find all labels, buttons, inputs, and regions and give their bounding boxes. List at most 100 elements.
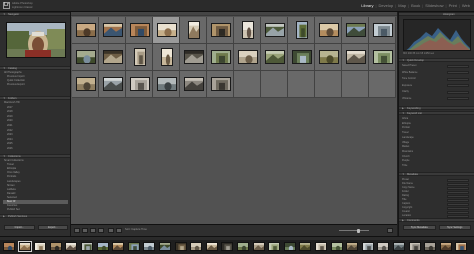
compare-view-icon[interactable] xyxy=(90,228,96,233)
filmstrip-thumbnail[interactable] xyxy=(393,242,405,251)
keyword-row[interactable]: Market xyxy=(402,145,471,149)
collection-item[interactable]: Smart Collections xyxy=(3,159,68,163)
grid-cell[interactable] xyxy=(342,17,369,44)
catalog-header[interactable]: ▼ Catalog xyxy=(0,66,70,70)
navigator-preview[interactable] xyxy=(6,22,66,58)
collection-item[interactable]: Ethiopia xyxy=(3,167,68,171)
photo-thumbnail[interactable] xyxy=(102,22,123,37)
photo-thumbnail[interactable] xyxy=(345,49,366,64)
filmstrip-thumbnail[interactable] xyxy=(96,242,109,251)
photo-thumbnail[interactable] xyxy=(75,22,96,37)
sync-settings-button[interactable]: Sync Settings xyxy=(438,225,471,230)
photo-thumbnail[interactable] xyxy=(318,22,339,37)
painter-icon[interactable] xyxy=(108,228,114,233)
sync-metadata-button[interactable]: Sync Metadata xyxy=(403,225,436,230)
metadata-header[interactable]: ▼ Metadata xyxy=(399,172,474,176)
filmstrip-thumbnail[interactable] xyxy=(346,242,359,251)
keyword-row[interactable]: Village xyxy=(402,141,471,145)
quick-develop-row-control[interactable] xyxy=(447,90,469,94)
survey-view-icon[interactable] xyxy=(98,228,104,233)
photo-thumbnail[interactable] xyxy=(102,76,123,91)
keyword-list-header[interactable]: ▼ Keyword List xyxy=(399,111,474,115)
module-book[interactable]: Book xyxy=(411,3,420,8)
filmstrip-thumbnail[interactable] xyxy=(268,242,281,251)
folder-item[interactable]: Macintosh HD xyxy=(3,101,68,105)
collection-item[interactable]: Simien xyxy=(3,184,68,188)
catalog-item[interactable]: Previous Export xyxy=(3,83,68,87)
photo-thumbnail[interactable] xyxy=(241,20,254,39)
grid-cell[interactable] xyxy=(72,17,99,44)
folder-item[interactable]: 2022 xyxy=(3,129,68,133)
filmstrip-thumbnail[interactable] xyxy=(49,242,62,251)
slider-knob[interactable] xyxy=(357,228,360,233)
grid-cell[interactable] xyxy=(207,71,234,98)
grid-cell[interactable] xyxy=(153,17,180,44)
collection-item[interactable]: Landscapes xyxy=(3,180,68,184)
filmstrip-thumbnail[interactable] xyxy=(17,241,32,252)
grid-cell[interactable] xyxy=(315,17,342,44)
photo-thumbnail[interactable] xyxy=(295,20,308,39)
photo-thumbnail[interactable] xyxy=(210,76,231,91)
grid-cell[interactable] xyxy=(99,44,126,71)
keyword-row[interactable]: Landscape xyxy=(402,136,471,140)
keywording-header[interactable]: ▶ Keywording xyxy=(399,106,474,110)
keyword-row[interactable]: People xyxy=(402,159,471,163)
grid-cell[interactable] xyxy=(288,44,315,71)
filmstrip-thumbnail[interactable] xyxy=(361,242,374,251)
module-web[interactable]: Web xyxy=(462,3,470,8)
filmstrip-thumbnail[interactable] xyxy=(81,242,93,251)
grid-cell[interactable] xyxy=(261,71,288,98)
filmstrip-thumbnail[interactable] xyxy=(3,242,15,251)
module-map[interactable]: Map xyxy=(398,3,406,8)
photo-thumbnail[interactable] xyxy=(160,47,173,66)
folder-item[interactable]: 2018 xyxy=(3,110,68,114)
module-develop[interactable]: Develop xyxy=(379,3,394,8)
grid-cell[interactable] xyxy=(261,17,288,44)
grid-cell[interactable] xyxy=(261,44,288,71)
photo-thumbnail[interactable] xyxy=(156,22,177,37)
collection-item[interactable]: Portraits xyxy=(3,175,68,179)
keyword-row[interactable]: Tribe xyxy=(402,164,471,168)
folder-item[interactable]: 2026 xyxy=(3,147,68,151)
keyword-row[interactable]: Travel xyxy=(402,131,471,135)
photo-thumbnail[interactable] xyxy=(187,20,200,39)
folder-item[interactable]: 2019 xyxy=(3,115,68,119)
collection-item[interactable]: Danakil xyxy=(3,192,68,196)
grid-cell[interactable] xyxy=(99,17,126,44)
grid-cell[interactable] xyxy=(126,17,153,44)
quick-develop-row-control[interactable] xyxy=(447,97,469,100)
collections-header[interactable]: ▼ Collections xyxy=(0,154,70,158)
grid-cell[interactable] xyxy=(369,44,396,71)
import-button[interactable]: Import... xyxy=(4,225,35,230)
photo-thumbnail[interactable] xyxy=(75,76,96,91)
thumbnail-size-slider[interactable] xyxy=(339,228,369,233)
photo-thumbnail[interactable] xyxy=(210,49,231,64)
filmstrip-thumbnail[interactable] xyxy=(190,242,203,251)
grid-cell[interactable] xyxy=(369,71,396,98)
folder-item[interactable]: 2020 xyxy=(3,119,68,123)
histogram-header[interactable]: Histogram xyxy=(399,12,474,16)
quick-develop-row[interactable]: Vibrance xyxy=(402,97,471,101)
grid-view-icon[interactable] xyxy=(74,228,80,233)
photo-thumbnail[interactable] xyxy=(318,49,339,64)
photo-thumbnail[interactable] xyxy=(345,22,366,37)
grid-cell[interactable] xyxy=(180,71,207,98)
photo-thumbnail[interactable] xyxy=(264,49,285,64)
photo-thumbnail[interactable] xyxy=(133,47,146,66)
navigator-header[interactable]: ▼ Navigator xyxy=(0,12,70,16)
photo-thumbnail[interactable] xyxy=(129,22,150,37)
sort-direction-icon[interactable] xyxy=(116,228,122,233)
filmstrip-thumbnail[interactable] xyxy=(34,242,47,251)
filmstrip-thumbnail[interactable] xyxy=(299,242,312,251)
folder-item[interactable]: 2021 xyxy=(3,124,68,128)
metadata-row[interactable]: Location xyxy=(402,214,471,218)
filmstrip-thumbnail[interactable] xyxy=(330,242,343,251)
filmstrip-thumbnail[interactable] xyxy=(252,242,265,251)
collection-item[interactable]: Travel xyxy=(3,163,68,167)
filmstrip-thumbnail[interactable] xyxy=(283,242,296,251)
catalog-item[interactable]: Quick Collection xyxy=(3,79,68,83)
grid-cell[interactable] xyxy=(234,44,261,71)
collection-item[interactable]: Favorites xyxy=(3,204,68,208)
grid-cell[interactable] xyxy=(315,71,342,98)
grid-cell[interactable] xyxy=(126,71,153,98)
